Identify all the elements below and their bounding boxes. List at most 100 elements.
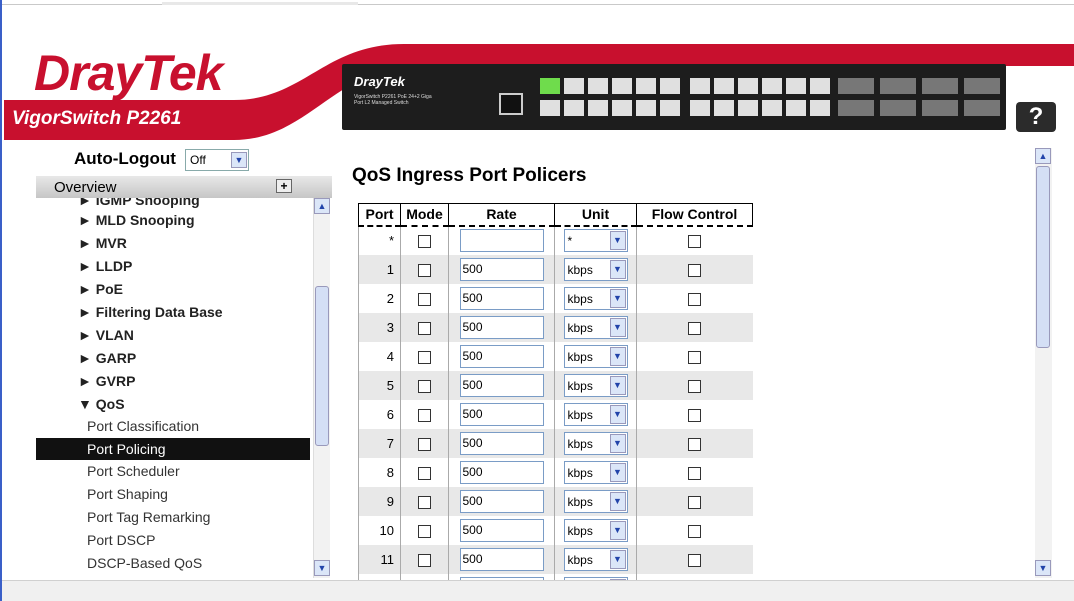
unit-select[interactable]: kbps ▼: [563, 286, 628, 310]
mode-checkbox[interactable]: [418, 437, 431, 451]
chevron-down-icon[interactable]: ▼: [609, 462, 626, 482]
rate-cell: 500: [448, 515, 555, 545]
table-row-wildcard: * * ▼: [358, 225, 753, 255]
unit-select[interactable]: kbps ▼: [563, 489, 628, 513]
flow-control-checkbox[interactable]: [688, 553, 702, 567]
chevron-down-icon[interactable]: ▼: [609, 433, 626, 453]
rate-input[interactable]: 500: [459, 547, 544, 571]
nav-item-vlan[interactable]: ► VLAN: [78, 327, 134, 343]
rate-input[interactable]: 500: [459, 518, 544, 542]
flow-control-cell: [636, 312, 753, 342]
mode-cell: [400, 370, 449, 400]
mode-checkbox[interactable]: [418, 379, 431, 393]
mode-checkbox[interactable]: [418, 408, 431, 422]
rate-input[interactable]: 500: [459, 460, 544, 484]
unit-select[interactable]: kbps ▼: [563, 518, 628, 542]
nav-sub-port-dscp[interactable]: Port DSCP: [87, 532, 155, 548]
unit-select[interactable]: kbps ▼: [563, 344, 628, 368]
flow-control-checkbox[interactable]: [688, 263, 702, 277]
unit-select[interactable]: kbps ▼: [563, 460, 628, 484]
auto-logout-select[interactable]: Off ▼: [185, 149, 249, 171]
rate-input[interactable]: 500: [459, 257, 544, 281]
mode-checkbox[interactable]: [418, 263, 431, 277]
rate-input[interactable]: 500: [459, 431, 544, 455]
mode-checkbox[interactable]: [418, 321, 431, 335]
mode-checkbox[interactable]: [418, 292, 431, 306]
flow-control-checkbox[interactable]: [688, 292, 702, 306]
chevron-down-icon[interactable]: ▼: [609, 231, 626, 250]
chevron-down-icon[interactable]: ▼: [609, 288, 626, 308]
chevron-down-icon[interactable]: ▼: [609, 404, 626, 424]
main-scrollbar[interactable]: ▲ ▼: [1035, 148, 1052, 578]
flow-control-checkbox[interactable]: [688, 495, 702, 509]
chevron-down-icon[interactable]: ▼: [609, 317, 626, 337]
mode-checkbox[interactable]: [418, 553, 431, 567]
main-scroll-thumb[interactable]: [1036, 166, 1050, 348]
unit-select[interactable]: kbps ▼: [563, 402, 628, 426]
rate-cell: 500: [448, 457, 555, 487]
flow-control-checkbox[interactable]: [688, 379, 702, 393]
chevron-down-icon[interactable]: ▼: [609, 520, 626, 540]
chevron-down-icon[interactable]: ▼: [1035, 560, 1051, 576]
mode-cell: [400, 399, 449, 429]
flow-control-checkbox[interactable]: [688, 350, 702, 364]
table-row: 2 500 kbps ▼: [358, 283, 753, 313]
chevron-down-icon[interactable]: ▼: [609, 259, 626, 279]
rate-input[interactable]: 500: [459, 489, 544, 513]
flow-control-checkbox[interactable]: [688, 466, 702, 480]
nav-sub-port-tag-remarking[interactable]: Port Tag Remarking: [87, 509, 210, 525]
unit-select[interactable]: kbps ▼: [563, 547, 628, 571]
mode-checkbox[interactable]: [418, 235, 431, 249]
flow-control-checkbox[interactable]: [688, 437, 702, 451]
flow-control-checkbox[interactable]: [688, 321, 702, 335]
rate-input[interactable]: 500: [459, 286, 544, 310]
unit-value: kbps: [567, 291, 593, 306]
chevron-down-icon[interactable]: ▼: [314, 560, 330, 576]
rate-input[interactable]: 500: [459, 344, 544, 368]
nav-item-qos[interactable]: ▼ QoS: [78, 396, 125, 412]
nav-item-filtering-data-base[interactable]: ► Filtering Data Base: [78, 304, 223, 320]
nav-sub-port-classification[interactable]: Port Classification: [87, 418, 199, 434]
chevron-down-icon[interactable]: ▼: [609, 346, 626, 366]
nav-item-mld-snooping[interactable]: ► MLD Snooping: [78, 212, 195, 228]
chevron-down-icon[interactable]: ▼: [609, 491, 626, 511]
help-button[interactable]: ?: [1016, 102, 1056, 132]
rate-input[interactable]: 500: [459, 373, 544, 397]
unit-select[interactable]: kbps ▼: [563, 315, 628, 339]
nav-item-gvrp[interactable]: ► GVRP: [78, 373, 135, 389]
auto-logout-label: Auto-Logout: [74, 149, 176, 168]
unit-select[interactable]: kbps ▼: [563, 431, 628, 455]
chevron-down-icon[interactable]: ▼: [609, 549, 626, 569]
plus-icon[interactable]: +: [276, 179, 292, 193]
flow-control-checkbox[interactable]: [688, 524, 702, 538]
unit-select[interactable]: kbps ▼: [563, 373, 628, 397]
mode-checkbox[interactable]: [418, 466, 431, 480]
mode-checkbox[interactable]: [418, 350, 431, 364]
nav-item-igmp-snooping[interactable]: ► IGMP Snooping: [78, 198, 200, 208]
mode-checkbox[interactable]: [418, 524, 431, 538]
nav-sub-port-scheduler[interactable]: Port Scheduler: [87, 463, 180, 479]
overview-bar[interactable]: Overview +: [36, 176, 332, 198]
mode-checkbox[interactable]: [418, 495, 431, 509]
nav-sub-dscp-based-qos[interactable]: DSCP-Based QoS: [87, 555, 202, 571]
flow-control-checkbox[interactable]: [688, 235, 702, 249]
nav-sub-port-policing[interactable]: Port Policing: [87, 441, 166, 457]
rate-input[interactable]: [459, 229, 544, 252]
unit-select[interactable]: * ▼: [563, 229, 628, 252]
nav-item-garp[interactable]: ► GARP: [78, 350, 136, 366]
chevron-up-icon[interactable]: ▲: [1035, 148, 1051, 164]
rate-input[interactable]: 500: [459, 402, 544, 426]
nav-scroll-thumb[interactable]: [315, 286, 329, 446]
chevron-down-icon[interactable]: ▼: [231, 152, 247, 168]
nav-scrollbar[interactable]: ▲ ▼: [313, 198, 330, 578]
flow-control-checkbox[interactable]: [688, 408, 702, 422]
nav-item-lldp[interactable]: ► LLDP: [78, 258, 132, 274]
nav-sub-port-shaping[interactable]: Port Shaping: [87, 486, 168, 502]
rate-input[interactable]: 500: [459, 315, 544, 339]
nav-item-mvr[interactable]: ► MVR: [78, 235, 127, 251]
chevron-up-icon[interactable]: ▲: [314, 198, 330, 214]
chevron-down-icon[interactable]: ▼: [609, 375, 626, 395]
port-icon: [636, 78, 656, 94]
nav-item-poe[interactable]: ► PoE: [78, 281, 123, 297]
unit-select[interactable]: kbps ▼: [563, 257, 628, 281]
